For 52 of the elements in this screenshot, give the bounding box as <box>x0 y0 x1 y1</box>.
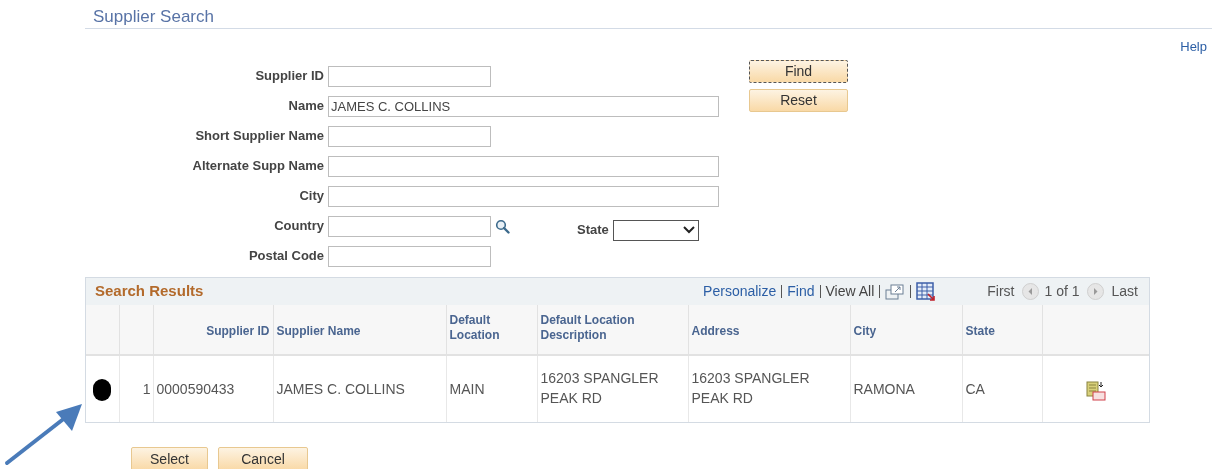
field-label: Alternate Supp Name <box>191 157 325 176</box>
column-header[interactable]: Default Location Description <box>540 313 671 343</box>
grid-link[interactable]: View All <box>825 281 875 302</box>
state-dropdown[interactable] <box>612 219 699 241</box>
row-number: 1 <box>142 381 151 397</box>
table-cell-text: 16203 SPANGLER PEAK RD <box>691 369 811 408</box>
help-link[interactable]: Help <box>1180 37 1207 52</box>
input-field[interactable] <box>328 65 491 87</box>
column-header[interactable]: Supplier Name <box>276 323 361 339</box>
popout-icon[interactable] <box>885 283 906 300</box>
action-button[interactable]: Reset <box>749 89 848 112</box>
input-field[interactable] <box>328 125 491 147</box>
field-label: Supplier ID <box>254 67 325 86</box>
action-button[interactable]: Select <box>131 447 208 469</box>
page-title: Supplier Search <box>93 7 214 26</box>
radio-button[interactable] <box>93 378 112 401</box>
chevron-icon <box>682 226 695 234</box>
column-header[interactable]: Supplier ID <box>206 323 270 339</box>
column-header[interactable]: State <box>965 323 995 339</box>
field-label: Country <box>273 217 325 236</box>
field-label: City <box>298 187 325 206</box>
table-cell-text: MAIN <box>449 380 486 399</box>
table-cell-text: 16203 SPANGLER PEAK RD <box>540 369 660 408</box>
action-button[interactable]: Cancel <box>218 447 308 469</box>
table-cell-text: RAMONA <box>853 380 915 399</box>
next-icon[interactable] <box>1086 283 1104 300</box>
field-label: Postal Code <box>247 247 325 266</box>
first-link[interactable]: First <box>987 281 1015 302</box>
grid-title: Search Results <box>95 281 204 302</box>
field-label: State <box>577 221 610 240</box>
last-link[interactable]: Last <box>1111 281 1138 302</box>
search-icon[interactable] <box>495 218 510 234</box>
input-field[interactable] <box>328 245 491 267</box>
grid-link[interactable]: Personalize <box>703 281 777 302</box>
column-header[interactable]: Default Location <box>449 313 520 343</box>
input-field[interactable] <box>328 215 491 237</box>
document-icon[interactable] <box>1085 380 1106 401</box>
previous-icon[interactable] <box>1021 283 1039 300</box>
table-cell-text: JAMES C. COLLINS <box>276 380 405 399</box>
column-header[interactable]: Address <box>691 323 827 339</box>
input-field[interactable]: JAMES C. COLLINS <box>328 95 719 117</box>
grid-link[interactable]: Find <box>787 281 815 302</box>
table-cell-text: CA <box>965 380 985 399</box>
field-label: Short Supplier Name <box>194 127 325 146</box>
action-button[interactable]: Find <box>749 60 848 83</box>
column-header[interactable]: City <box>853 323 877 339</box>
table-cell-text: 0000590433 <box>156 380 235 399</box>
field-label: Name <box>287 97 325 116</box>
input-field[interactable] <box>328 185 719 207</box>
page-counter: 1 of 1 <box>1044 282 1080 301</box>
spreadsheet-icon[interactable] <box>916 282 936 301</box>
input-field[interactable] <box>328 155 719 177</box>
